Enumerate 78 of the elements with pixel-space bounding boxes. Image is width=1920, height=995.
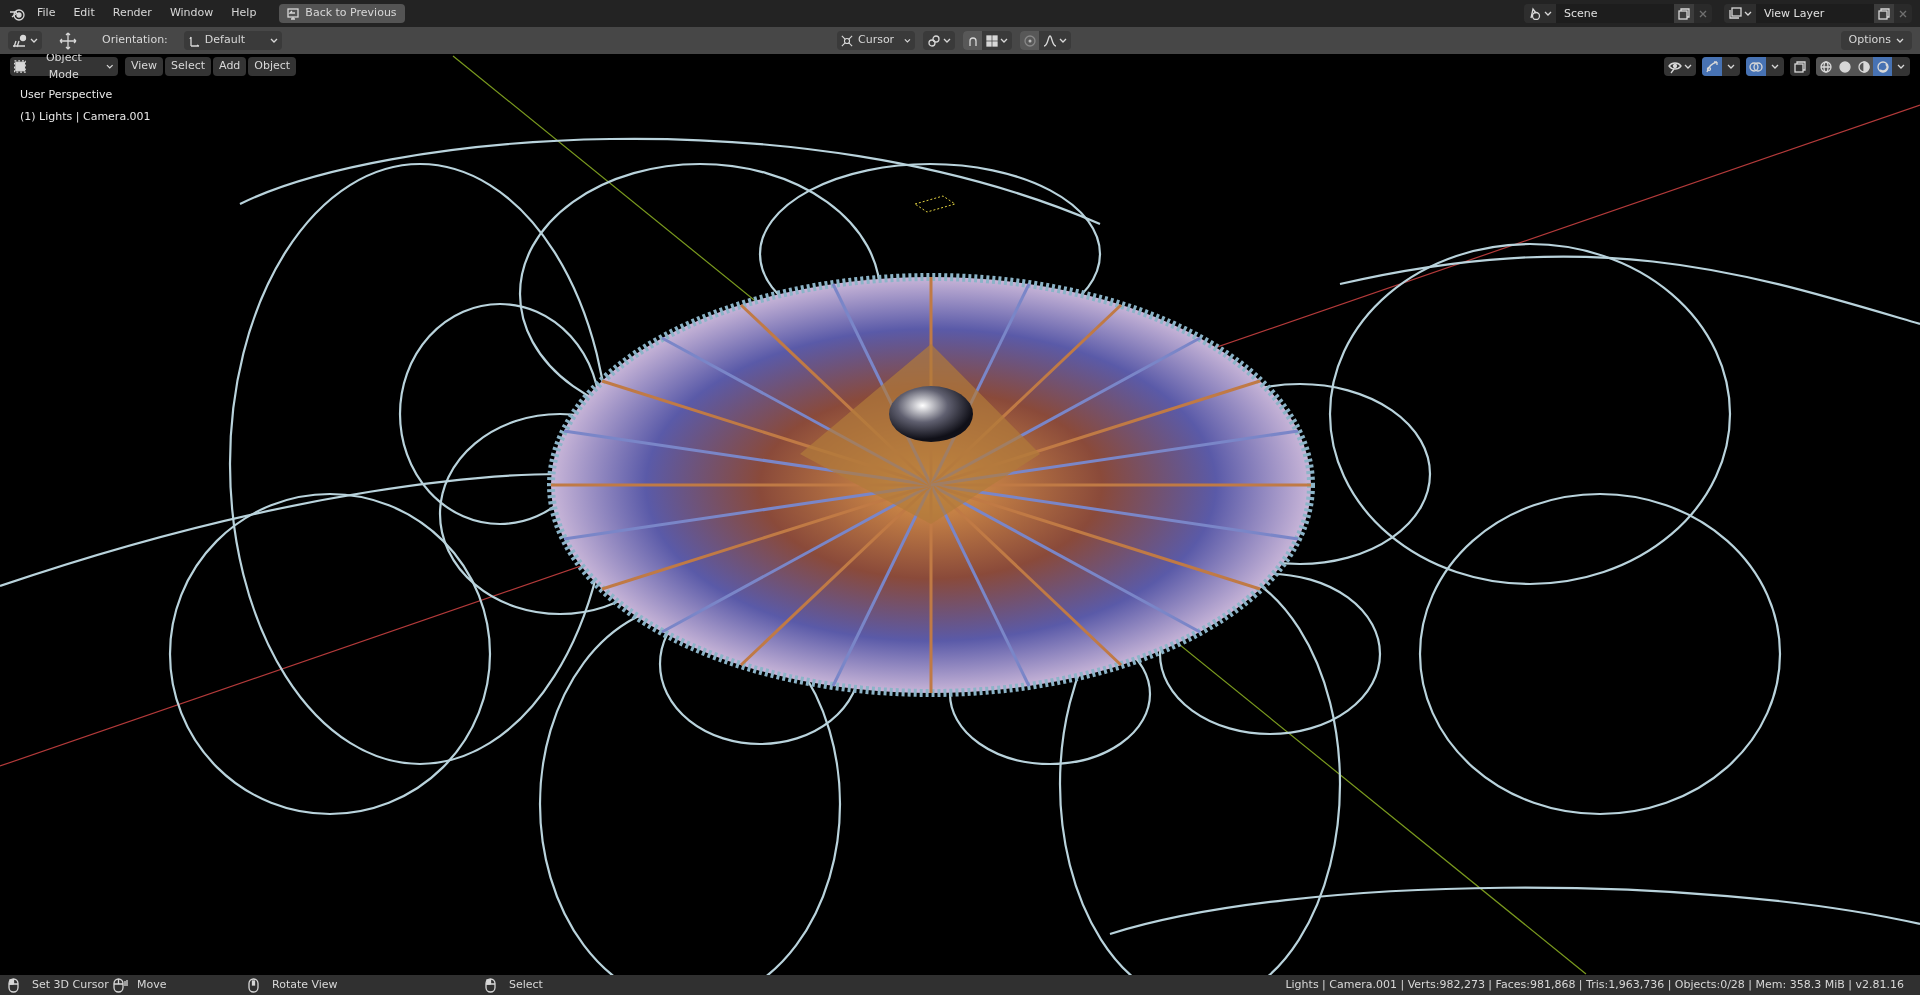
chevron-icon xyxy=(1727,63,1735,70)
status-hint: Set 3D Cursor xyxy=(32,976,109,993)
move-icon xyxy=(58,30,78,51)
back-to-previous-button[interactable]: Back to Previous xyxy=(279,4,405,23)
chevron-icon xyxy=(1059,37,1067,44)
close-icon xyxy=(1899,9,1907,18)
duplicate-button[interactable] xyxy=(1874,4,1894,23)
menu-item[interactable]: Window xyxy=(162,3,221,24)
menu-item[interactable]: File xyxy=(30,3,63,24)
status-hint: Rotate View xyxy=(272,976,338,993)
status-hint: Move xyxy=(137,976,167,993)
chevron-icon xyxy=(30,37,38,44)
material-sphere-icon xyxy=(1857,60,1870,73)
chevron-icon xyxy=(1897,63,1905,70)
scene-icon xyxy=(1528,7,1542,20)
close-icon xyxy=(1699,9,1707,18)
falloff-curve-icon xyxy=(1043,34,1057,47)
transform-affect-button[interactable] xyxy=(923,31,955,50)
pivot-dropdown[interactable]: Cursor xyxy=(837,31,915,50)
transform-tool-button[interactable] xyxy=(8,31,42,50)
orientation-label: Orientation: xyxy=(102,32,168,49)
snap-toggle[interactable] xyxy=(963,31,982,50)
menu-item[interactable]: Help xyxy=(224,3,264,24)
chevron-icon xyxy=(1000,37,1008,44)
shading-button[interactable] xyxy=(1873,57,1892,76)
visibility-button[interactable] xyxy=(1664,57,1696,76)
menu-item[interactable]: Render xyxy=(105,3,159,24)
active-object-label: (1) Lights | Camera.001 xyxy=(20,108,151,125)
options-dropdown[interactable]: Options xyxy=(1840,31,1912,50)
menu-button[interactable]: Add xyxy=(213,57,247,76)
menu-button[interactable]: Select xyxy=(165,57,212,76)
shading-button[interactable] xyxy=(1816,57,1835,76)
xray-icon xyxy=(1794,60,1806,73)
menu-button[interactable]: View xyxy=(125,57,164,76)
solid-sphere-icon xyxy=(1838,60,1851,73)
duplicate-button[interactable] xyxy=(1674,4,1694,23)
transform-icon xyxy=(12,33,28,48)
pivot-cursor-icon xyxy=(841,33,853,48)
orientation-dropdown[interactable]: Default xyxy=(183,31,282,50)
copy-icon xyxy=(1678,7,1690,20)
chevron-icon xyxy=(106,63,114,70)
chevron-icon xyxy=(1896,37,1904,44)
shading-button[interactable] xyxy=(1854,57,1873,76)
menu-button[interactable]: Object xyxy=(248,57,297,76)
chevron-icon xyxy=(943,37,951,44)
chevron-icon xyxy=(269,37,278,44)
layers-icon xyxy=(1728,7,1742,20)
scene-selector[interactable] xyxy=(1524,4,1556,23)
chevron-icon xyxy=(1744,10,1752,17)
layers-selector[interactable] xyxy=(1724,4,1756,23)
eye-icon xyxy=(1668,59,1682,74)
viewport-perspective-label: User Perspective xyxy=(20,87,114,103)
screen-icon xyxy=(287,7,300,20)
rendered-sphere-icon xyxy=(1876,60,1889,73)
gizmo-icon xyxy=(1705,59,1719,74)
link-icon xyxy=(927,33,941,48)
proportional-edit-toggle[interactable] xyxy=(1020,31,1039,50)
dot-circle-icon xyxy=(1023,34,1036,47)
magnet-icon xyxy=(966,34,979,47)
chevron-icon xyxy=(1771,63,1779,70)
axes-icon xyxy=(187,34,200,47)
chevron-icon xyxy=(904,37,911,44)
scene-statistics: Lights | Camera.001 | Verts:982,273 | Faces:981,868 | Tris:1,963,736 | Objects:0/28 | Mem: 358.3 MiB | v2.81.16 xyxy=(1285,976,1904,993)
gizmo-toggle[interactable] xyxy=(1702,57,1722,76)
overlay-icon xyxy=(1749,59,1763,74)
overlay-toggle[interactable] xyxy=(1746,57,1766,76)
wireframe-sphere-icon xyxy=(1819,60,1832,73)
object-mode-icon xyxy=(14,60,27,73)
mouse-icon xyxy=(113,977,129,993)
grid-icon xyxy=(986,34,998,47)
scene-field[interactable]: Scene xyxy=(1556,4,1674,23)
chevron-icon xyxy=(1544,10,1552,17)
menu-item[interactable]: Edit xyxy=(66,3,102,24)
view-layer-field[interactable]: View Layer xyxy=(1756,4,1874,23)
xray-toggle[interactable] xyxy=(1790,57,1810,76)
copy-icon xyxy=(1878,7,1890,20)
chevron-icon xyxy=(1684,63,1692,70)
status-hint: Select xyxy=(509,976,543,993)
